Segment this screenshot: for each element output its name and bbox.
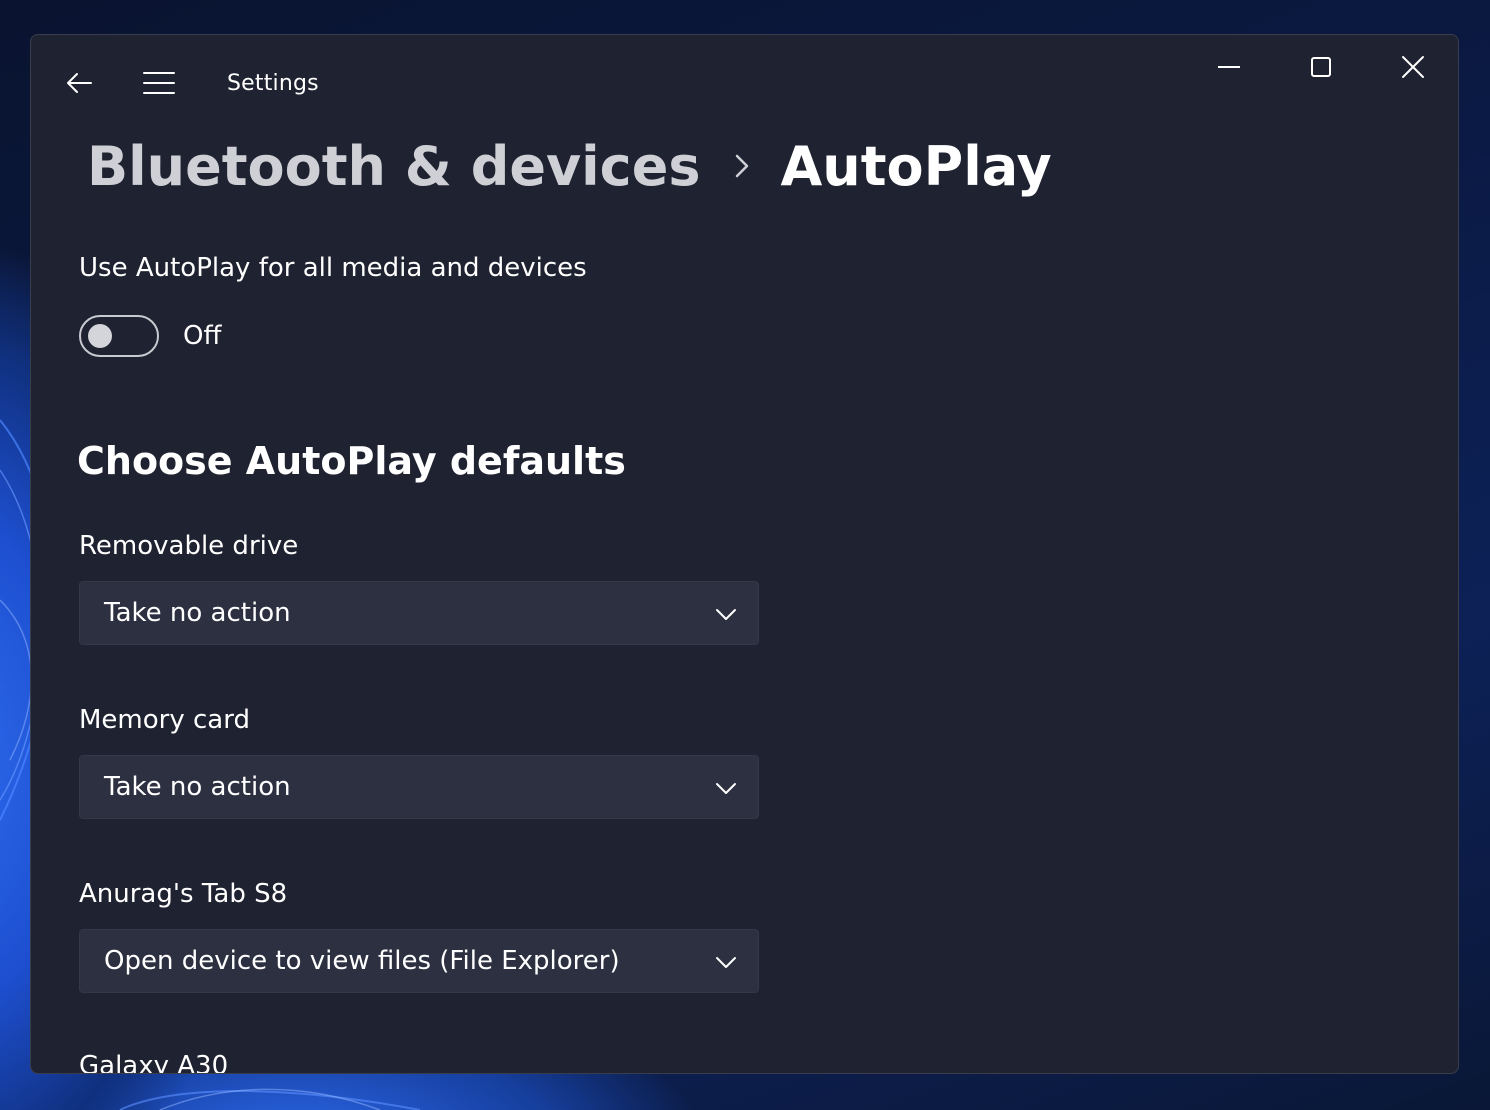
maximize-icon <box>1311 57 1331 77</box>
toggle-state-label: Off <box>183 321 222 351</box>
settings-window: Settings Bluetooth & devices AutoPlay Us… <box>30 34 1459 1074</box>
chevron-right-icon <box>736 154 749 178</box>
toggle-knob <box>88 324 112 348</box>
galaxy-a30-label: Galaxy A30 <box>79 1051 229 1074</box>
back-arrow-icon <box>67 73 92 93</box>
chevron-down-icon <box>716 609 736 620</box>
minimize-button[interactable] <box>1189 43 1269 91</box>
breadcrumb: Bluetooth & devices AutoPlay <box>87 131 1052 201</box>
close-icon <box>1402 56 1424 78</box>
tab-s8-label: Anurag's Tab S8 <box>79 879 288 909</box>
removable-drive-dropdown[interactable]: Take no action <box>79 581 759 645</box>
section-title: Choose AutoPlay defaults <box>77 439 626 483</box>
close-button[interactable] <box>1373 43 1453 91</box>
page-title: AutoPlay <box>780 134 1052 198</box>
hamburger-menu-icon <box>143 72 175 94</box>
memory-card-label: Memory card <box>79 705 250 735</box>
dropdown-value: Take no action <box>104 598 291 628</box>
back-button[interactable] <box>49 59 109 107</box>
app-title: Settings <box>227 71 319 96</box>
chevron-down-icon <box>716 957 736 968</box>
tab-s8-dropdown[interactable]: Open device to view files (File Explorer… <box>79 929 759 993</box>
maximize-button[interactable] <box>1281 43 1361 91</box>
breadcrumb-parent-link[interactable]: Bluetooth & devices <box>87 135 700 198</box>
dropdown-value: Take no action <box>104 772 291 802</box>
minimize-icon <box>1218 66 1240 68</box>
dropdown-value: Open device to view files (File Explorer… <box>104 946 620 976</box>
chevron-down-icon <box>716 783 736 794</box>
breadcrumb-separator <box>734 152 750 180</box>
autoplay-all-label: Use AutoPlay for all media and devices <box>79 253 587 283</box>
memory-card-dropdown[interactable]: Take no action <box>79 755 759 819</box>
navigation-menu-button[interactable] <box>129 59 189 107</box>
autoplay-toggle[interactable] <box>79 315 159 357</box>
removable-drive-label: Removable drive <box>79 531 299 561</box>
